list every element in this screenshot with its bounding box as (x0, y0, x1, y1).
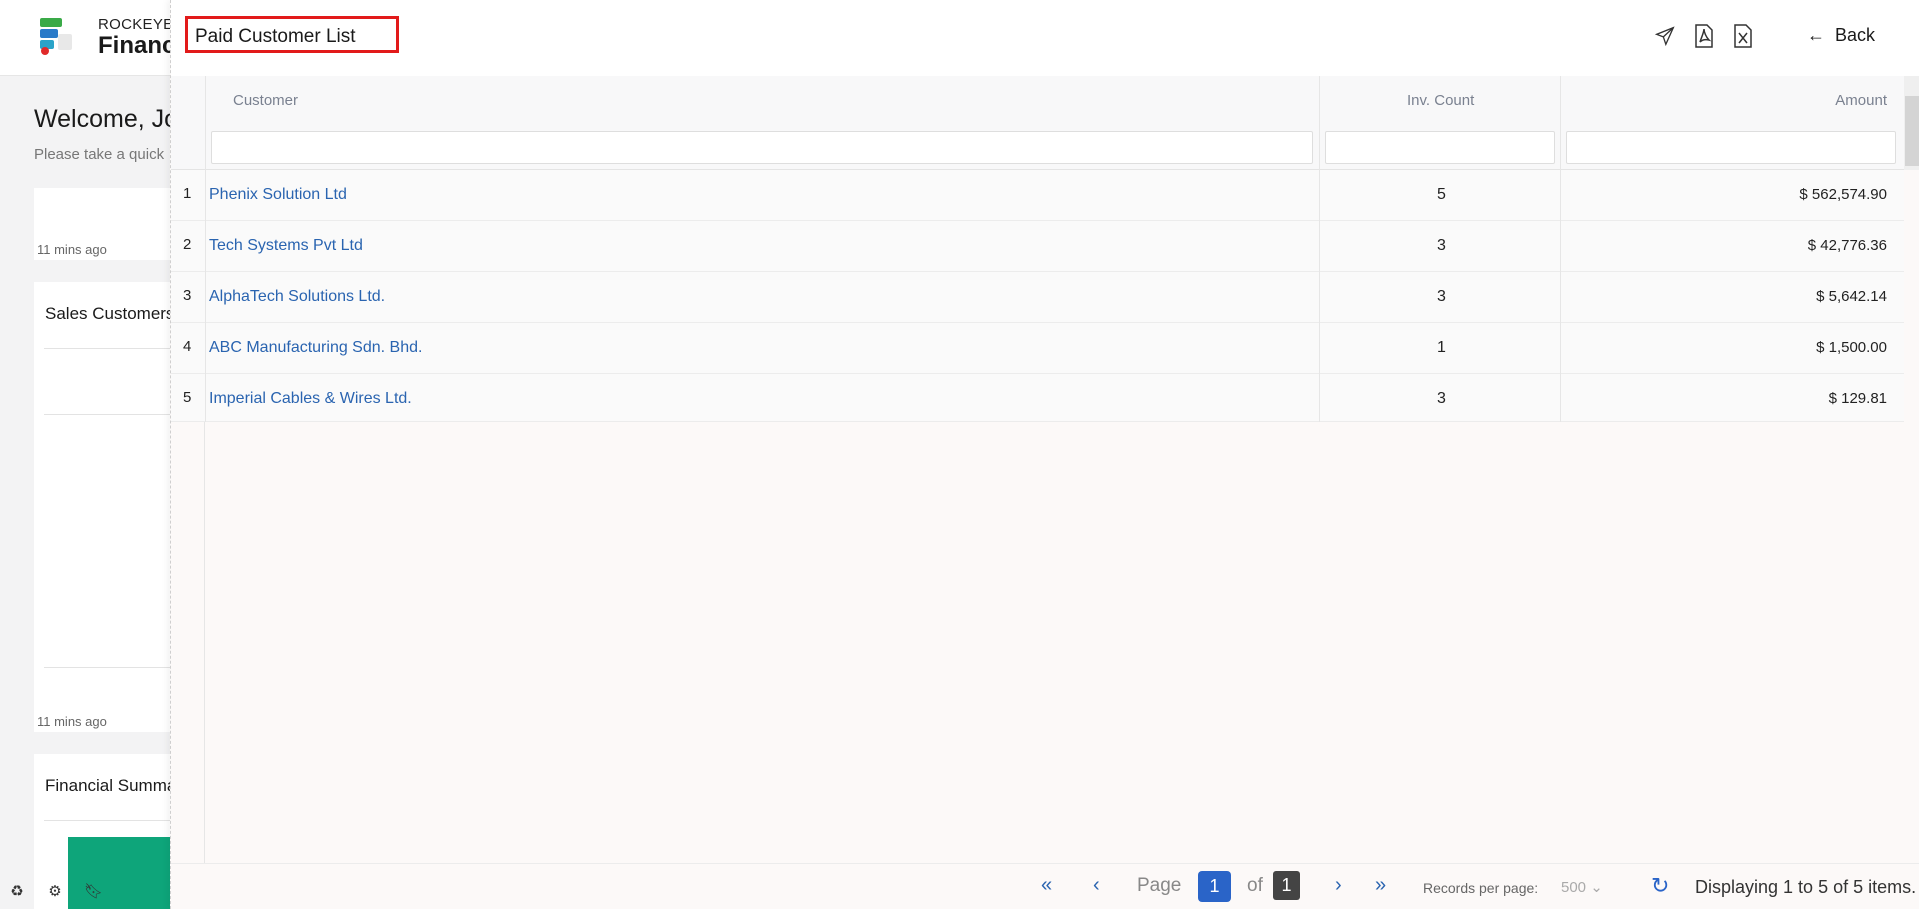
row-number: 5 (183, 389, 192, 406)
display-info: Displaying 1 to 5 of 5 items. (1695, 877, 1917, 897)
panel-title: Paid Customer List (185, 16, 399, 53)
chevron-down-icon: ⌄ (1590, 879, 1603, 896)
scrollbar-thumb[interactable] (1905, 96, 1919, 166)
total-pages: 1 (1273, 871, 1300, 900)
send-icon[interactable] (1655, 24, 1675, 48)
invoice-count: 3 (1437, 390, 1446, 407)
card-timestamp: 11 mins ago (37, 714, 107, 729)
invoice-count: 1 (1437, 339, 1446, 356)
settings-icon[interactable]: ⚙ (46, 882, 64, 900)
bookmark-icon[interactable]: 🔖︎ (84, 882, 103, 900)
logo-icon (40, 18, 72, 55)
welcome-heading: Welcome, Jo (34, 105, 179, 133)
amount-value: $ 42,776.36 (1807, 237, 1887, 254)
amount-value: $ 5,642.14 (1816, 288, 1887, 305)
page-label: Page (1137, 875, 1182, 896)
invoice-count: 5 (1437, 186, 1446, 203)
customer-link[interactable]: Phenix Solution Ltd (209, 186, 347, 204)
header-actions (1655, 24, 1753, 48)
records-per-page-label: Records per page: (1423, 880, 1539, 896)
row-number: 1 (183, 185, 192, 202)
column-header-customer[interactable]: Customer (233, 76, 298, 126)
customer-filter-input[interactable] (211, 131, 1313, 164)
amount-filter-input[interactable] (1566, 131, 1896, 164)
of-label: of (1247, 875, 1263, 896)
brand-name: Financ (98, 32, 176, 59)
panel-header: Paid Customer List ← Back (171, 0, 1919, 76)
amount-value: $ 1,500.00 (1816, 339, 1887, 356)
welcome-subtext: Please take a quick (34, 146, 165, 163)
arrow-left-icon: ← (1807, 25, 1825, 45)
table-row[interactable]: 3 AlphaTech Solutions Ltd. 3 $ 5,642.14 (171, 272, 1904, 323)
recycle-icon[interactable]: ♻ (8, 882, 26, 900)
customer-link[interactable]: Tech Systems Pvt Ltd (209, 237, 363, 255)
bottom-toolbar: ♻ ⚙ 🔖︎ (8, 882, 103, 900)
customer-link[interactable]: AlphaTech Solutions Ltd. (209, 288, 385, 306)
refresh-icon[interactable]: ↻ (1651, 873, 1669, 899)
back-button[interactable]: ← Back (1807, 25, 1875, 46)
pagination-bar: « ‹ Page 1 of 1 › » Records per page: 50… (171, 863, 1919, 909)
table-row[interactable]: 1 Phenix Solution Ltd 5 $ 562,574.90 (171, 170, 1904, 221)
card-title: Sales Customers (45, 304, 175, 323)
customer-link[interactable]: ABC Manufacturing Sdn. Bhd. (209, 339, 422, 357)
row-number: 4 (183, 338, 192, 355)
grid-header: Customer Inv. Count Amount (171, 76, 1919, 170)
column-divider (1319, 76, 1320, 422)
invoice-count: 3 (1437, 288, 1446, 305)
paid-customer-panel: Paid Customer List ← Back Customer Inv. … (170, 0, 1919, 909)
table-row[interactable]: 2 Tech Systems Pvt Ltd 3 $ 42,776.36 (171, 221, 1904, 272)
count-filter-input[interactable] (1325, 131, 1555, 164)
brand-name-small: ROCKEYE (98, 16, 174, 33)
amount-value: $ 129.81 (1828, 390, 1887, 407)
next-page-icon[interactable]: › (1335, 874, 1342, 897)
card-timestamp: 11 mins ago (37, 242, 107, 257)
invoice-count: 3 (1437, 237, 1446, 254)
pdf-export-icon[interactable] (1694, 24, 1714, 48)
card-title: Financial Summary (45, 776, 191, 795)
excel-export-icon[interactable] (1733, 24, 1753, 48)
column-divider (205, 76, 206, 422)
column-divider (1560, 76, 1561, 422)
last-page-icon[interactable]: » (1375, 874, 1386, 897)
back-label: Back (1835, 25, 1876, 45)
records-per-page-select[interactable]: 500 ⌄ (1561, 878, 1603, 896)
row-number: 3 (183, 287, 192, 304)
row-number: 2 (183, 236, 192, 253)
amount-value: $ 562,574.90 (1799, 186, 1887, 203)
current-page[interactable]: 1 (1198, 871, 1231, 902)
records-per-page-value: 500 (1561, 879, 1587, 896)
prev-page-icon[interactable]: ‹ (1093, 874, 1100, 897)
table-row[interactable]: 4 ABC Manufacturing Sdn. Bhd. 1 $ 1,500.… (171, 323, 1904, 374)
row-gutter (171, 422, 205, 863)
table-row[interactable]: 5 Imperial Cables & Wires Ltd. 3 $ 129.8… (171, 374, 1904, 422)
column-header-count[interactable]: Inv. Count (1407, 76, 1474, 126)
column-header-amount[interactable]: Amount (1835, 76, 1887, 126)
first-page-icon[interactable]: « (1041, 874, 1052, 897)
customer-link[interactable]: Imperial Cables & Wires Ltd. (209, 390, 412, 408)
